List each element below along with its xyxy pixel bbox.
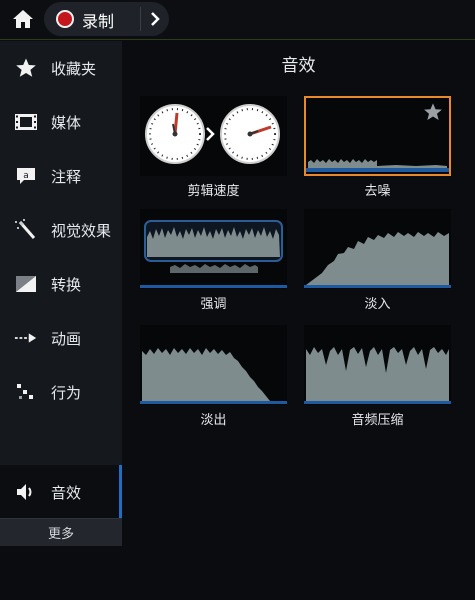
- svg-text:a: a: [23, 171, 29, 181]
- sidebar: 收藏夹 媒体 a 注释 视觉效果 转换 动画 行为 音效: [0, 41, 122, 546]
- favorite-star-icon[interactable]: [423, 102, 443, 126]
- sidebar-item-annotations[interactable]: a 注释: [0, 149, 122, 203]
- effect-tile-label: 剪辑速度: [187, 184, 240, 199]
- sidebar-item-animations[interactable]: 动画: [0, 311, 122, 365]
- audio-compression-thumbnail: [304, 325, 451, 405]
- home-button[interactable]: [6, 5, 40, 33]
- animation-arrow-icon: [14, 326, 38, 350]
- behavior-icon: [14, 380, 38, 404]
- record-options-button[interactable]: [144, 8, 166, 30]
- speaker-icon: [14, 480, 38, 504]
- sidebar-item-behaviors[interactable]: 行为: [0, 365, 122, 419]
- record-label: 录制: [82, 12, 115, 31]
- sidebar-item-favorites[interactable]: 收藏夹: [0, 41, 122, 95]
- fade-out-thumbnail: [140, 325, 287, 405]
- audio-effects-panel: 音效 剪辑速度 去噪 强调 淡入 淡出 音频压缩: [122, 41, 475, 600]
- noise-removal-thumbnail: [304, 96, 451, 176]
- home-icon: [13, 10, 33, 28]
- clock-icon: [145, 104, 280, 164]
- sidebar-item-label: 注释: [51, 168, 82, 186]
- more-button[interactable]: 更多: [0, 518, 122, 546]
- record-button[interactable]: 录制: [44, 2, 169, 36]
- page-title: 音效: [281, 56, 316, 76]
- top-bar: 录制: [0, 0, 475, 40]
- effect-tile-label: 淡入: [364, 297, 391, 312]
- transition-icon: [14, 272, 38, 296]
- sidebar-item-label: 媒体: [51, 114, 82, 132]
- sidebar-item-label: 行为: [51, 384, 82, 402]
- clip-speed-thumbnail: [140, 96, 287, 176]
- sidebar-item-label: 转换: [51, 276, 82, 294]
- record-divider: [140, 7, 141, 31]
- magic-wand-icon: [14, 218, 38, 242]
- effect-tile-label: 去噪: [364, 184, 391, 199]
- film-icon: [14, 110, 38, 134]
- record-icon: [56, 10, 74, 28]
- sidebar-item-transitions[interactable]: 转换: [0, 257, 122, 311]
- sidebar-item-audio-effects[interactable]: 音效: [0, 465, 122, 519]
- sidebar-footer: [0, 546, 122, 600]
- effect-tile-label: 淡出: [200, 413, 227, 428]
- sidebar-item-label: 音效: [51, 484, 82, 502]
- effect-tile-label: 强调: [200, 297, 227, 312]
- emphasize-thumbnail: [140, 209, 287, 289]
- chevron-right-icon: [151, 12, 160, 26]
- sidebar-item-label: 动画: [51, 330, 82, 348]
- annotation-icon: a: [14, 164, 38, 188]
- sidebar-item-visual-effects[interactable]: 视觉效果: [0, 203, 122, 257]
- sidebar-item-media[interactable]: 媒体: [0, 95, 122, 149]
- fade-in-thumbnail: [304, 209, 451, 289]
- effect-tile-label: 音频压缩: [351, 413, 404, 428]
- star-icon: [14, 56, 38, 80]
- sidebar-item-label: 收藏夹: [51, 60, 97, 78]
- sidebar-item-label: 视觉效果: [51, 222, 112, 240]
